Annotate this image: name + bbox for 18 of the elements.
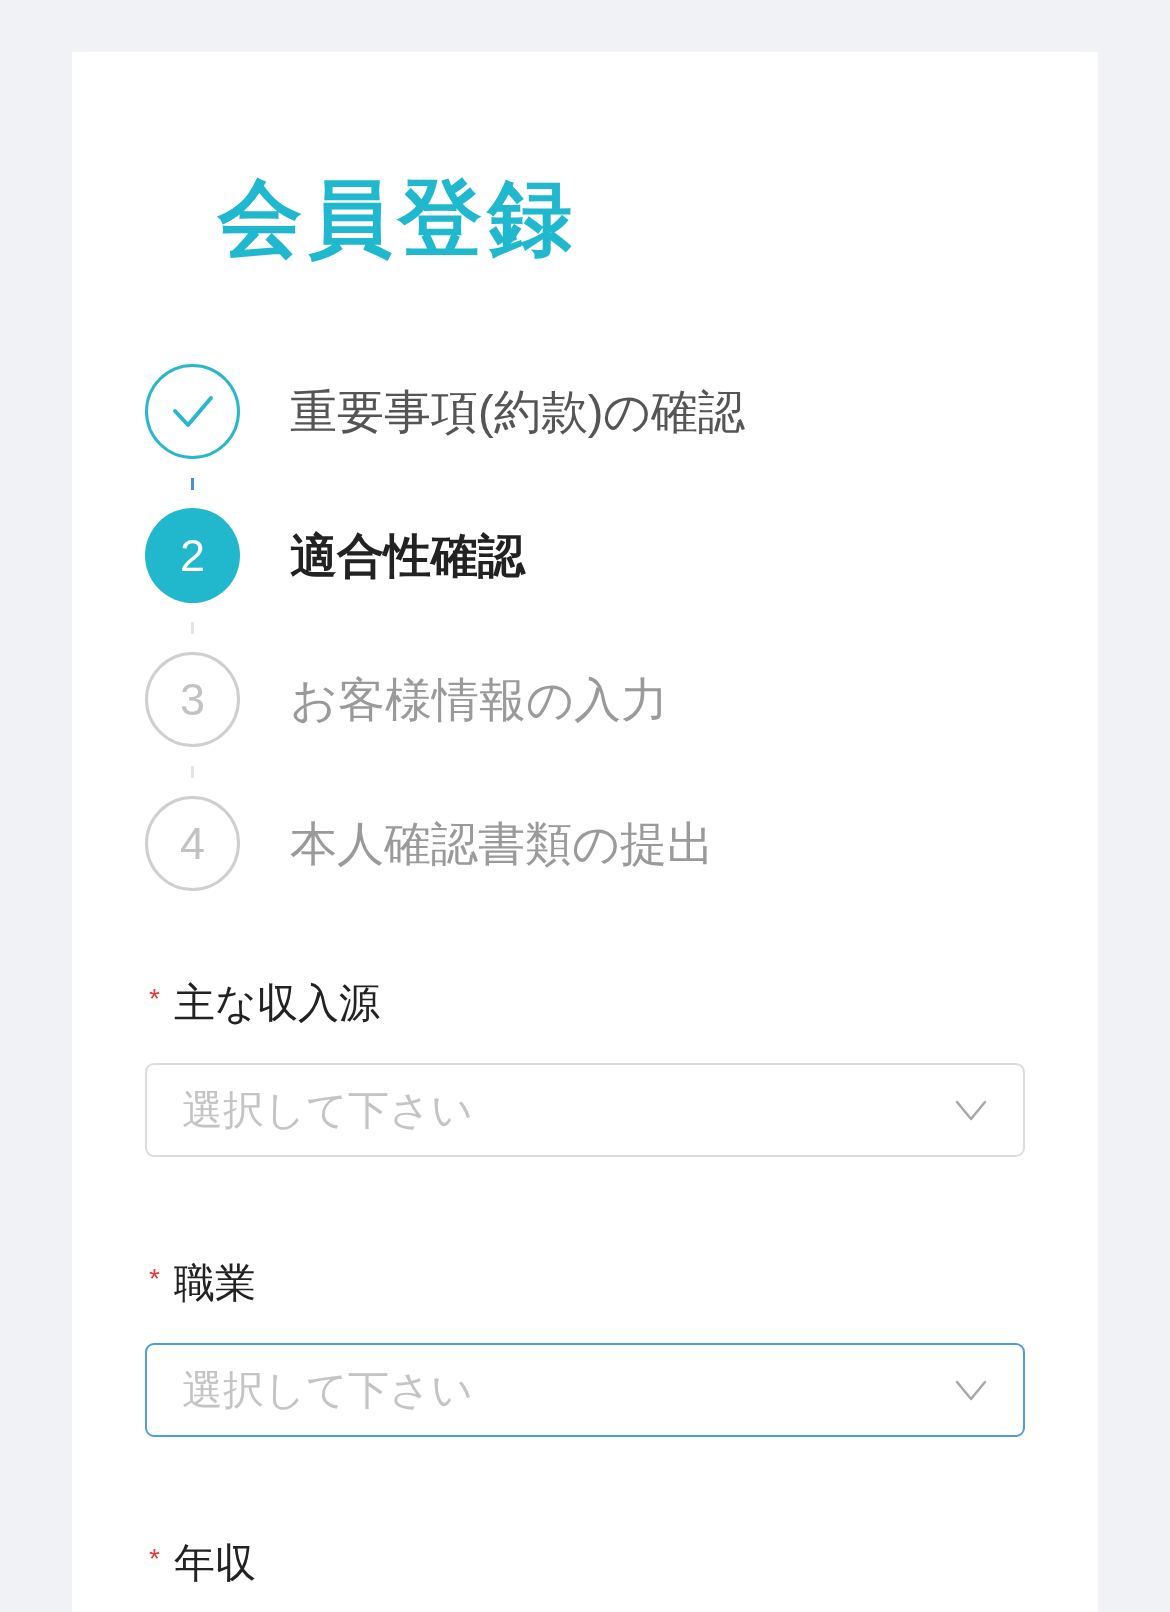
field-label: 主な収入源	[174, 983, 380, 1024]
step-label: 適合性確認	[290, 532, 525, 579]
field-label: 職業	[174, 1263, 256, 1304]
step-label: お客様情報の入力	[290, 676, 668, 723]
page-title: 会員登録	[218, 176, 578, 260]
chevron-down-icon	[955, 1379, 987, 1401]
step-number: 2	[145, 508, 240, 603]
select-field[interactable]: 選択して下さい	[145, 1063, 1025, 1157]
step-connector	[191, 477, 194, 490]
required-mark: *	[148, 1544, 161, 1573]
step-number: 4	[145, 796, 240, 891]
required-mark: *	[148, 1264, 161, 1293]
chevron-down-icon	[955, 1099, 987, 1121]
select-field[interactable]: 選択して下さい	[145, 1343, 1025, 1437]
field-label: 年収	[174, 1543, 256, 1584]
step-label: 本人確認書類の提出	[290, 820, 714, 867]
required-mark: *	[148, 984, 161, 1013]
step-number: 3	[145, 652, 240, 747]
